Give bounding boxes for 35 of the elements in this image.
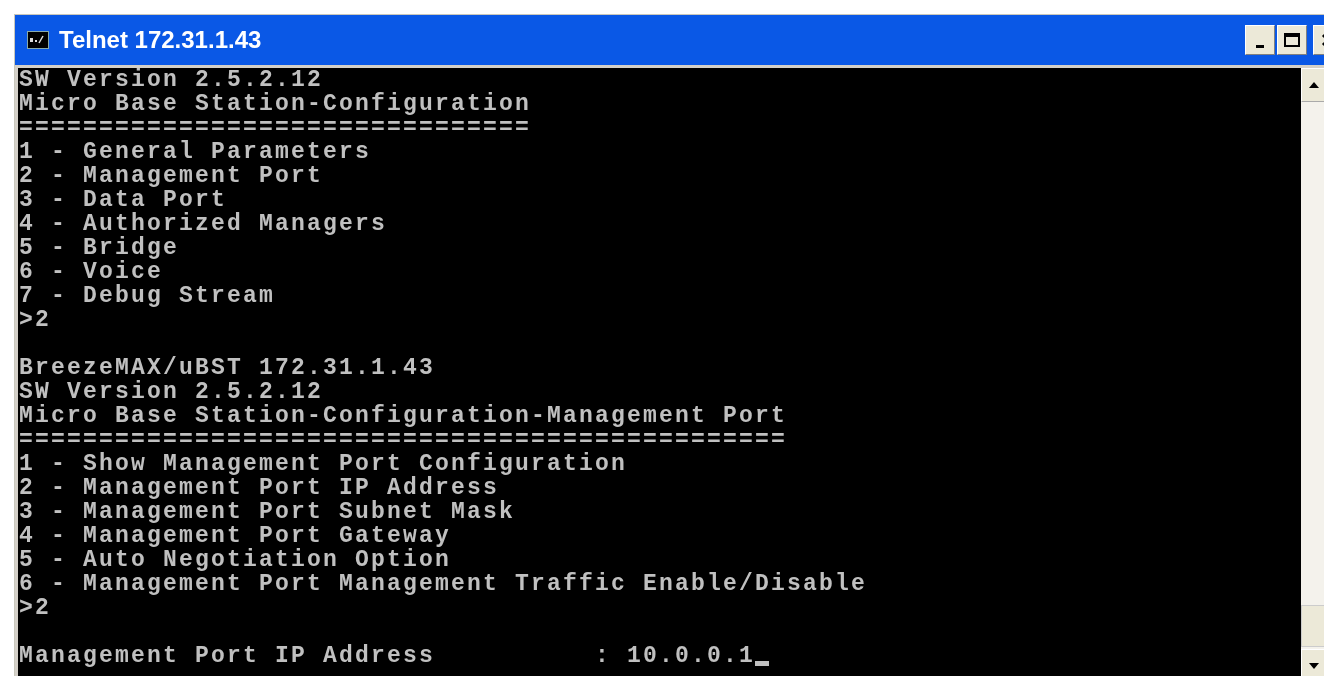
scroll-thumb[interactable] [1301,605,1324,647]
terminal-line: 5 - Auto Negotiation Option [19,548,453,572]
maximize-button[interactable] [1277,25,1307,55]
minimize-button[interactable] [1245,25,1275,55]
terminal-line: 2 - Management Port IP Address [19,476,500,500]
console-icon [27,31,49,49]
text-cursor [755,661,770,666]
terminal-line: Micro Base Station-Configuration-Management Port [19,404,789,428]
terminal-line: 6 - Management Port Management Traffic Enable/Disable [19,572,869,596]
terminal-line: BreezeMAX/uBST 172.31.1.43 [19,356,437,380]
scroll-down-button[interactable] [1301,649,1324,676]
terminal-line: 5 - Bridge [19,236,181,260]
down-arrow-icon [1309,663,1319,669]
maximize-icon [1284,33,1300,47]
scroll-up-button[interactable] [1301,68,1324,102]
terminal-line: ================================ [19,116,533,140]
terminal-line: 2 - Management Port [19,164,325,188]
terminal-line: 4 - Authorized Managers [19,212,389,236]
terminal-line: 4 - Management Port Gateway [19,524,453,548]
terminal-line: ================================================ [19,428,789,452]
terminal-line: 3 - Management Port Subnet Mask [19,500,517,524]
terminal-line: 1 - General Parameters [19,140,373,164]
terminal-line: Micro Base Station-Configuration [19,92,533,116]
input-prompt[interactable]: Management Port IP Address : 10.0.0.1 [19,644,756,668]
terminal-line: 7 - Debug Stream [19,284,277,308]
window-title: Telnet 172.31.1.43 [59,26,262,54]
terminal-line: SW Version 2.5.2.12 [19,68,324,92]
minimize-icon [1256,44,1264,48]
terminal-line: SW Version 2.5.2.12 [19,380,324,404]
terminal-line: 1 - Show Management Port Configuration [19,452,629,476]
terminal-line: 6 - Voice [19,260,164,284]
terminal-line: >2 [19,308,52,332]
terminal-line: >2 [19,596,52,620]
terminal-line: 3 - Data Port [19,188,228,212]
up-arrow-icon [1309,82,1319,88]
